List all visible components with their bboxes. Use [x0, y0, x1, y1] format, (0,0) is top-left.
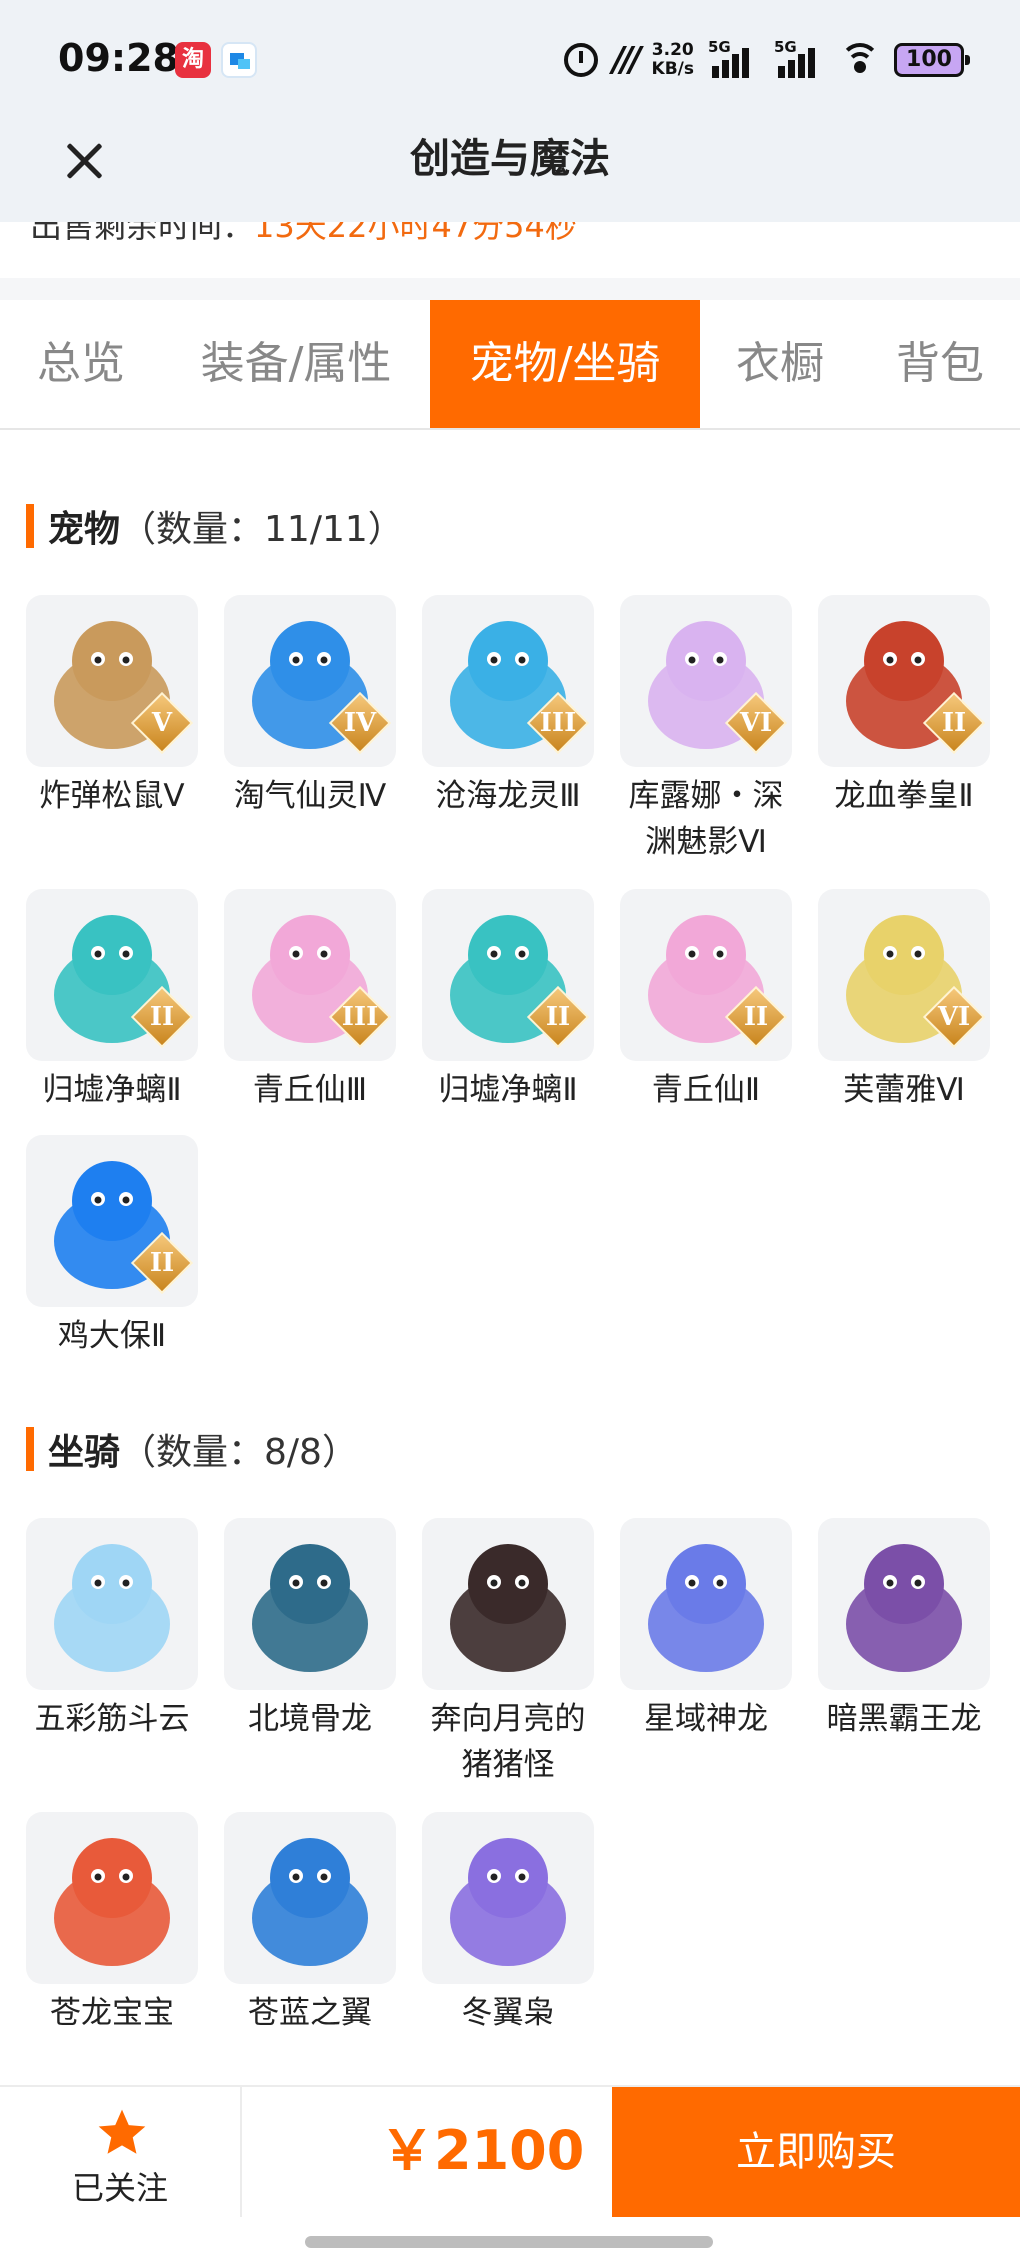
pet-name: 芙蕾雅Ⅵ [843, 1072, 965, 1108]
pet-name: 鸡大保Ⅱ [57, 1318, 167, 1354]
bottom-action-bar: 已关注 ￥2100 立即购买 [0, 2085, 1020, 2217]
mount-item[interactable]: 暗黑霸王龙 [818, 1518, 990, 1742]
pet-thumbnail: IV [224, 595, 396, 767]
level-badge-text: II [545, 1002, 571, 1032]
pet-name: 青丘仙Ⅱ [651, 1072, 761, 1108]
page-title: 创造与魔法 [410, 136, 610, 182]
mount-name: 奔向月亮的猪猪怪 [430, 1701, 586, 1783]
pet-thumbnail: II [422, 889, 594, 1061]
pet-item[interactable]: II 鸡大保Ⅱ [26, 1135, 198, 1359]
page-header: 创造与魔法 [0, 110, 1020, 222]
mount-name: 北境骨龙 [248, 1701, 372, 1737]
follow-label: 已关注 [71, 2169, 168, 2207]
pets-section-title: 宠物 （数量：11/11） [26, 501, 404, 551]
level-badge-text: III [539, 708, 577, 738]
pet-name: 淘气仙灵Ⅳ [233, 778, 387, 814]
tab-equipment[interactable]: 装备/属性 [162, 300, 430, 428]
pet-name: 归墟净螭Ⅱ [42, 1072, 182, 1108]
mounts-section-title: 坐骑 （数量：8/8） [26, 1424, 358, 1474]
pet-thumbnail: III [224, 889, 396, 1061]
mount-item[interactable]: 苍龙宝宝 [26, 1812, 198, 2036]
pet-item[interactable]: VI 芙蕾雅Ⅵ [818, 889, 990, 1113]
pet-name: 炸弹松鼠Ⅴ [39, 778, 185, 814]
level-badge-text: IV [343, 708, 377, 738]
blue-app-icon [221, 42, 257, 78]
pet-item[interactable]: II 归墟净螭Ⅱ [26, 889, 198, 1113]
pet-thumbnail: II [818, 595, 990, 767]
pet-item[interactable]: II 龙血拳皇Ⅱ [818, 595, 990, 819]
level-badge-text: V [151, 708, 173, 738]
pet-name: 龙血拳皇Ⅱ [834, 778, 974, 814]
pet-item[interactable]: II 青丘仙Ⅱ [620, 889, 792, 1113]
mount-name: 暗黑霸王龙 [826, 1701, 982, 1737]
pet-thumbnail: VI [818, 889, 990, 1061]
mount-name: 五彩筋斗云 [34, 1701, 190, 1737]
mount-item[interactable]: 北境骨龙 [224, 1518, 396, 1742]
tab-overview[interactable]: 总览 [0, 300, 162, 428]
pet-thumbnail: II [26, 1135, 198, 1307]
pet-item[interactable]: IV 淘气仙灵Ⅳ [224, 595, 396, 819]
wifi-icon [840, 43, 880, 77]
mount-thumbnail [422, 1812, 594, 1984]
nfc-icon: /// [612, 40, 641, 80]
status-bar: 09:28 淘 /// 3.20 KB/s 5G 5G 100 [0, 0, 1020, 120]
mount-thumbnail [26, 1812, 198, 1984]
tab-bar: 总览 装备/属性 宠物/坐骑 衣橱 背包 [0, 300, 1020, 430]
level-badge-text: II [149, 1248, 175, 1278]
mount-thumbnail [620, 1518, 792, 1690]
level-badge-text: II [743, 1002, 769, 1032]
pet-name: 归墟净螭Ⅱ [438, 1072, 578, 1108]
level-badge-text: III [341, 1002, 379, 1032]
star-icon [98, 2109, 146, 2154]
pet-item[interactable]: V 炸弹松鼠Ⅴ [26, 595, 198, 819]
buy-now-button[interactable]: 立即购买 [612, 2087, 1020, 2217]
alarm-icon [564, 43, 599, 77]
follow-button[interactable]: 已关注 [0, 2087, 242, 2217]
pet-item[interactable]: VI 库露娜・深渊魅影Ⅵ [620, 595, 792, 865]
pet-item[interactable]: III 青丘仙Ⅲ [224, 889, 396, 1113]
mount-thumbnail [818, 1518, 990, 1690]
mount-item[interactable]: 星域神龙 [620, 1518, 792, 1742]
pet-thumbnail: III [422, 595, 594, 767]
price: ￥2100 [380, 2119, 585, 2182]
signal-icon: 5G [774, 38, 826, 82]
pet-name: 库露娜・深渊魅影Ⅵ [628, 778, 784, 860]
mount-name: 苍龙宝宝 [50, 1995, 174, 2031]
mount-thumbnail [26, 1518, 198, 1690]
mount-thumbnail [224, 1518, 396, 1690]
mount-name: 星域神龙 [644, 1701, 768, 1737]
pet-name: 沧海龙灵Ⅲ [435, 778, 581, 814]
pet-thumbnail: II [26, 889, 198, 1061]
battery-icon: 100 [894, 43, 970, 77]
taobao-app-icon: 淘 [175, 42, 211, 78]
pet-thumbnail: VI [620, 595, 792, 767]
level-badge-text: VI [937, 1002, 971, 1032]
pet-thumbnail: II [620, 889, 792, 1061]
signal-icon: 5G [708, 38, 760, 82]
level-badge-text: II [941, 708, 967, 738]
status-time: 09:28 [58, 36, 179, 80]
mount-item[interactable]: 奔向月亮的猪猪怪 [422, 1518, 594, 1788]
level-badge-text: VI [739, 708, 773, 738]
mount-thumbnail [422, 1518, 594, 1690]
mount-name: 苍蓝之翼 [248, 1995, 372, 2031]
mount-name: 冬翼枭 [461, 1995, 555, 2031]
mount-item[interactable]: 五彩筋斗云 [26, 1518, 198, 1742]
pet-name: 青丘仙Ⅲ [252, 1072, 368, 1108]
mount-item[interactable]: 苍蓝之翼 [224, 1812, 396, 2036]
mount-item[interactable]: 冬翼枭 [422, 1812, 594, 2036]
pet-item[interactable]: II 归墟净螭Ⅱ [422, 889, 594, 1113]
home-indicator [305, 2236, 713, 2248]
network-speed: 3.20 KB/s [651, 40, 694, 79]
top-bar: 09:28 淘 /// 3.20 KB/s 5G 5G 100 创造与魔法 [0, 0, 1020, 222]
divider [0, 278, 1020, 300]
status-indicators: /// 3.20 KB/s 5G 5G 100 [564, 34, 970, 86]
pet-item[interactable]: III 沧海龙灵Ⅲ [422, 595, 594, 819]
tab-wardrobe[interactable]: 衣橱 [700, 300, 860, 428]
mount-thumbnail [224, 1812, 396, 1984]
level-badge-text: II [149, 1002, 175, 1032]
tab-pets-mounts[interactable]: 宠物/坐骑 [430, 300, 700, 428]
pet-thumbnail: V [26, 595, 198, 767]
tab-backpack[interactable]: 背包 [860, 300, 1020, 428]
